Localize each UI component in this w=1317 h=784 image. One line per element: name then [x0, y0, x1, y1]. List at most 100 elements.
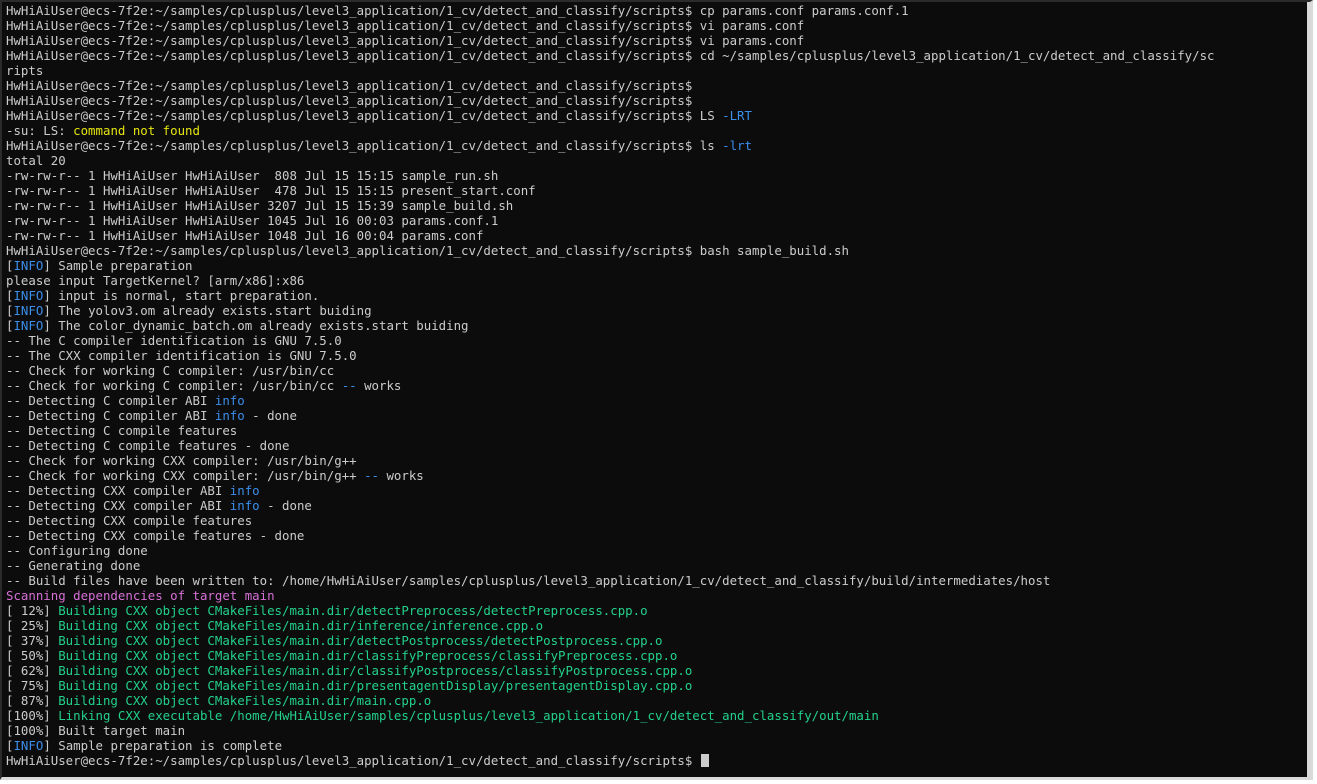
terminal-text-segment: Building CXX object CMakeFiles/main.dir/… — [58, 603, 648, 618]
terminal-text-segment: [ 75%] — [6, 678, 59, 693]
terminal-line: -rw-rw-r-- 1 HwHiAiUser HwHiAiUser 1048 … — [6, 228, 1215, 243]
terminal-text-segment: Linking CXX executable /home/HwHiAiUser/… — [58, 708, 879, 723]
terminal-text-segment: HwHiAiUser@ecs-7f2e:~/samples/cplusplus/… — [6, 48, 1215, 63]
terminal-line: HwHiAiUser@ecs-7f2e:~/samples/cplusplus/… — [6, 33, 1215, 48]
terminal-text-segment: HwHiAiUser@ecs-7f2e:~/samples/cplusplus/… — [6, 18, 805, 33]
terminal-text-segment: - done — [244, 408, 297, 423]
terminal-line: -rw-rw-r-- 1 HwHiAiUser HwHiAiUser 3207 … — [6, 198, 1215, 213]
terminal-text-segment: -- Detecting C compiler ABI — [6, 393, 215, 408]
terminal-text-segment: ] input is normal, start preparation. — [43, 288, 320, 303]
terminal-line: -- Generating done — [6, 558, 1215, 573]
terminal-text-segment: -- Check for working CXX compiler: /usr/… — [6, 453, 357, 468]
terminal-line: Scanning dependencies of target main — [6, 588, 1215, 603]
terminal-text-segment: info — [229, 483, 260, 498]
terminal-line: -rw-rw-r-- 1 HwHiAiUser HwHiAiUser 478 J… — [6, 183, 1215, 198]
terminal-text-segment: INFO — [13, 738, 44, 753]
terminal-text-segment: please input TargetKernel? [arm/x86]:x86 — [6, 273, 305, 288]
terminal-text-segment: -- Detecting C compiler ABI — [6, 408, 215, 423]
terminal-text-segment: -- Build files have been written to: /ho… — [6, 573, 1051, 588]
terminal-line: -- Detecting CXX compile features — [6, 513, 1215, 528]
terminal-text-segment: -- Detecting C compile features - done — [6, 438, 290, 453]
terminal-window[interactable]: HwHiAiUser@ecs-7f2e:~/samples/cplusplus/… — [0, 0, 1313, 780]
terminal-line: -- Build files have been written to: /ho… — [6, 573, 1215, 588]
terminal-line: [ 87%] Building CXX object CMakeFiles/ma… — [6, 693, 1215, 708]
terminal-line: HwHiAiUser@ecs-7f2e:~/samples/cplusplus/… — [6, 93, 1215, 108]
terminal-line: [INFO] The yolov3.om already exists.star… — [6, 303, 1215, 318]
terminal-text-segment: Building CXX object CMakeFiles/main.dir/… — [58, 633, 663, 648]
terminal-line: total 20 — [6, 153, 1215, 168]
terminal-text-segment: INFO — [13, 258, 44, 273]
terminal-line: ripts — [6, 63, 1215, 78]
terminal-line: -- Detecting C compile features — [6, 423, 1215, 438]
terminal-line: HwHiAiUser@ecs-7f2e:~/samples/cplusplus/… — [6, 243, 1215, 258]
terminal-text-segment: [ 50%] — [6, 648, 59, 663]
terminal-text-segment: HwHiAiUser@ecs-7f2e:~/samples/cplusplus/… — [6, 93, 693, 108]
terminal-line: [INFO] The color_dynamic_batch.om alread… — [6, 318, 1215, 333]
terminal-line: -- The C compiler identification is GNU … — [6, 333, 1215, 348]
terminal-line: please input TargetKernel? [arm/x86]:x86 — [6, 273, 1215, 288]
terminal-line: HwHiAiUser@ecs-7f2e:~/samples/cplusplus/… — [6, 138, 1215, 153]
terminal-text-segment: -- Detecting C compile features — [6, 423, 238, 438]
terminal-text-segment: -rw-rw-r-- 1 HwHiAiUser HwHiAiUser 1048 … — [6, 228, 484, 243]
terminal-text-segment: -- Configuring done — [6, 543, 148, 558]
terminal-line: -- Check for working CXX compiler: /usr/… — [6, 468, 1215, 483]
terminal-text-segment: HwHiAiUser@ecs-7f2e:~/samples/cplusplus/… — [6, 243, 849, 258]
terminal-text-segment: -- Check for working C compiler: /usr/bi… — [6, 378, 342, 393]
terminal-line: -- Detecting CXX compiler ABI info - don… — [6, 498, 1215, 513]
terminal-line: -su: LS: command not found — [6, 123, 1215, 138]
terminal-line: -- Check for working CXX compiler: /usr/… — [6, 453, 1215, 468]
terminal-line: [ 37%] Building CXX object CMakeFiles/ma… — [6, 633, 1215, 648]
terminal-text-segment: -- — [341, 378, 357, 393]
terminal-text-segment: -- — [364, 468, 379, 483]
terminal-text-segment: total 20 — [6, 153, 66, 168]
terminal-text-segment: HwHiAiUser@ecs-7f2e:~/samples/cplusplus/… — [6, 33, 805, 48]
terminal-text-segment: -- Detecting CXX compiler ABI — [6, 483, 230, 498]
terminal-text-segment: [ 87%] — [6, 693, 59, 708]
terminal-line: [ 50%] Building CXX object CMakeFiles/ma… — [6, 648, 1215, 663]
terminal-line: [ 25%] Building CXX object CMakeFiles/ma… — [6, 618, 1215, 633]
terminal-text-segment: -rw-rw-r-- 1 HwHiAiUser HwHiAiUser 808 J… — [6, 168, 499, 183]
terminal-text-segment: -rw-rw-r-- 1 HwHiAiUser HwHiAiUser 478 J… — [6, 183, 536, 198]
terminal-line: -- Detecting CXX compile features - done — [6, 528, 1215, 543]
terminal-line: [INFO] Sample preparation — [6, 258, 1215, 273]
terminal-text-segment: works — [356, 378, 402, 393]
terminal-text-segment: -rw-rw-r-- 1 HwHiAiUser HwHiAiUser 1045 … — [6, 213, 499, 228]
terminal-line: HwHiAiUser@ecs-7f2e:~/samples/cplusplus/… — [6, 3, 1215, 18]
terminal-line: -- Check for working C compiler: /usr/bi… — [6, 378, 1215, 393]
terminal-text-segment: [ 25%] — [6, 618, 59, 633]
terminal-text-segment: INFO — [13, 288, 44, 303]
terminal-text-segment: ] The yolov3.om already exists.start bui… — [43, 303, 372, 318]
terminal-line: HwHiAiUser@ecs-7f2e:~/samples/cplusplus/… — [6, 48, 1215, 63]
terminal-text-segment: -- The C compiler identification is GNU … — [6, 333, 342, 348]
terminal-text-segment: [100%] — [6, 708, 59, 723]
terminal-text-segment: INFO — [13, 318, 44, 333]
terminal-text-segment: info — [214, 393, 245, 408]
terminal-line: -- Detecting CXX compiler ABI info — [6, 483, 1215, 498]
terminal-text-segment: Building CXX object CMakeFiles/main.dir/… — [58, 693, 432, 708]
terminal-line: -- Configuring done — [6, 543, 1215, 558]
terminal-text-segment: [ 12%] — [6, 603, 59, 618]
terminal-line: HwHiAiUser@ecs-7f2e:~/samples/cplusplus/… — [6, 753, 1215, 768]
terminal-text-segment: Building CXX object CMakeFiles/main.dir/… — [58, 678, 693, 693]
terminal-text-segment: ] Sample preparation — [43, 258, 193, 273]
terminal-text-segment: Building CXX object CMakeFiles/main.dir/… — [58, 648, 678, 663]
terminal-text-segment: HwHiAiUser@ecs-7f2e:~/samples/cplusplus/… — [6, 753, 700, 768]
terminal-text-segment: HwHiAiUser@ecs-7f2e:~/samples/cplusplus/… — [6, 3, 909, 18]
terminal-text-segment: [ 37%] — [6, 633, 59, 648]
scrollbar[interactable] — [1307, 2, 1310, 777]
terminal-line: [100%] Linking CXX executable /home/HwHi… — [6, 708, 1215, 723]
terminal-text-segment: -lrt — [722, 138, 752, 153]
terminal-text-segment: command not found — [73, 123, 200, 138]
terminal-output[interactable]: HwHiAiUser@ecs-7f2e:~/samples/cplusplus/… — [6, 3, 1215, 768]
terminal-text-segment: INFO — [13, 303, 44, 318]
terminal-text-segment: -- The CXX compiler identification is GN… — [6, 348, 357, 363]
terminal-line: [ 62%] Building CXX object CMakeFiles/ma… — [6, 663, 1215, 678]
terminal-text-segment: ripts — [6, 63, 44, 78]
terminal-line: -rw-rw-r-- 1 HwHiAiUser HwHiAiUser 1045 … — [6, 213, 1215, 228]
terminal-text-segment: -su: LS: — [6, 123, 74, 138]
terminal-line: -- Check for working C compiler: /usr/bi… — [6, 363, 1215, 378]
terminal-text-segment: [ 62%] — [6, 663, 59, 678]
terminal-text-segment: -rw-rw-r-- 1 HwHiAiUser HwHiAiUser 3207 … — [6, 198, 514, 213]
terminal-line: [INFO] Sample preparation is complete — [6, 738, 1215, 753]
terminal-text-segment: Scanning dependencies of target main — [6, 588, 275, 603]
